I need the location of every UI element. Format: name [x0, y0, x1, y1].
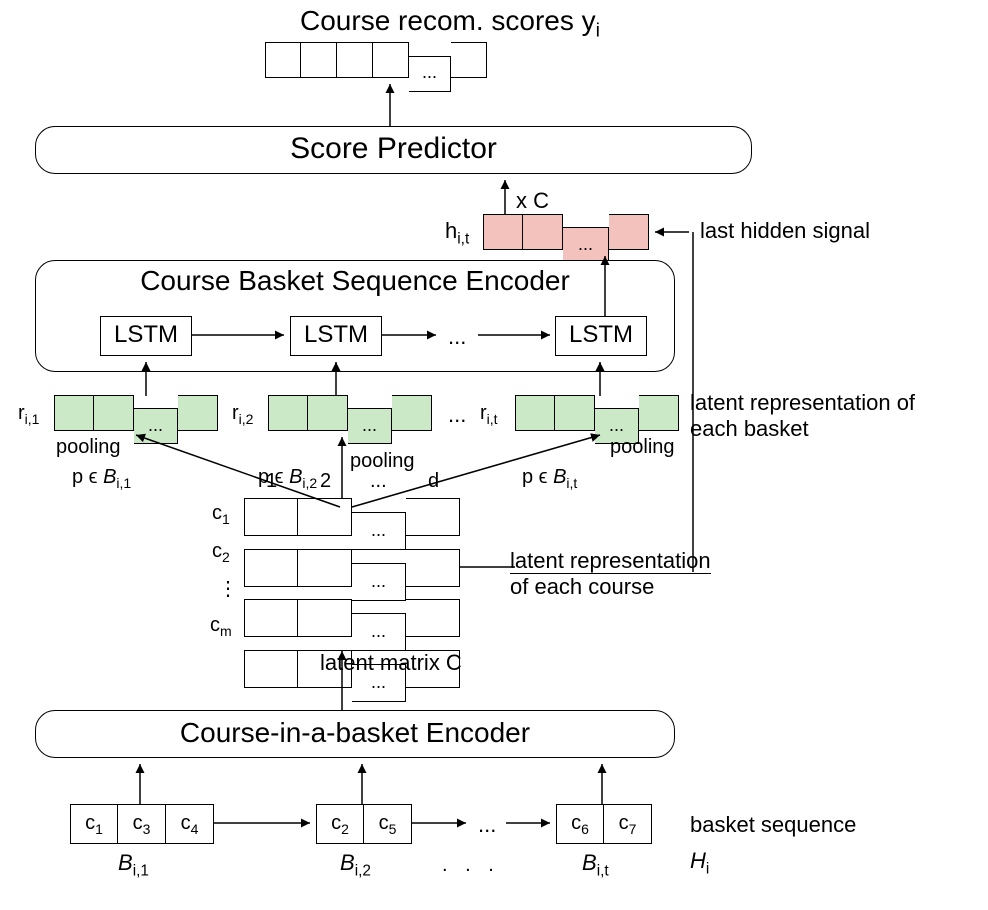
lstm-dots: ... [448, 324, 466, 350]
basket-seq-label: basket sequence [690, 812, 856, 838]
hidden-vector: ... [483, 214, 649, 263]
output-title: Course recom. scores yi [200, 5, 700, 43]
r1-label: ri,1 [18, 402, 39, 427]
r-dots: ... [448, 402, 466, 428]
arrow-b2dots [412, 816, 472, 830]
pinb1: p ϵ Bi,1 [72, 466, 131, 491]
basket-dots: ... [478, 812, 496, 838]
r2-label: ri,2 [232, 402, 253, 427]
basket-encoder-box: Course-in-a-basket Encoder [35, 710, 675, 758]
B2-label: Bi,2 [340, 850, 371, 880]
arrow-lstm2dots [382, 328, 442, 342]
pooling-t: pooling [610, 436, 675, 459]
basket-1: c1c3c4 [70, 804, 214, 844]
B1-label: Bi,1 [118, 850, 149, 880]
lstm-1: LSTM [100, 316, 192, 356]
basket-2: c2c5 [316, 804, 412, 844]
xc-label: x C [516, 188, 549, 214]
arrow-b1-enc [130, 758, 150, 804]
Bt-label: Bi,t [582, 850, 609, 880]
col-1: 1 [266, 470, 277, 493]
lstm-t: LSTM [555, 316, 647, 356]
rt-label: ri,t [480, 402, 498, 427]
arrow-encoder-matrix [332, 645, 352, 713]
arrow-lstmt-hidden [595, 250, 615, 316]
arrow-r2-lstm [326, 356, 346, 396]
arrow-xc-predictor [495, 174, 515, 214]
line-matrix-course [460, 560, 515, 574]
arrow-right-hidden [649, 225, 689, 239]
B-ellipsis: . . . [442, 854, 500, 877]
arrow-b12 [214, 816, 316, 830]
basket-t: c6c7 [556, 804, 652, 844]
hit-label: hi,t [445, 218, 469, 248]
col-dots: ... [370, 470, 387, 493]
output-vector: ... [265, 42, 487, 92]
arrow-predictor-output [380, 78, 400, 126]
arrow-rt-lstm [590, 356, 610, 396]
arrow-lstm12 [192, 328, 290, 342]
latent-basket-label: latent representation of each basket [690, 390, 950, 442]
arrow-dotslstmt [478, 328, 556, 342]
col-2: 2 [320, 470, 331, 493]
arrow-bt-enc [592, 758, 612, 804]
line-course-to-hidden [686, 232, 700, 572]
score-predictor-box: Score Predictor [35, 126, 752, 174]
latent-course-label: latent representationof each course [510, 548, 810, 600]
lstm-2: LSTM [290, 316, 382, 356]
row-c1: c1 [212, 502, 230, 527]
row-c2: c2 [212, 540, 230, 565]
arrow-b2-enc [352, 758, 372, 804]
row-cm: cm [210, 614, 232, 639]
last-hidden-label: last hidden signal [700, 218, 870, 244]
arrow-dotsbt [506, 816, 556, 830]
row-vdots: ⋮ [218, 576, 238, 601]
arrow-r1-lstm [136, 356, 156, 396]
col-d: d [428, 470, 439, 493]
pooling-1: pooling [56, 436, 121, 459]
Hi-label: Hi [690, 848, 709, 878]
